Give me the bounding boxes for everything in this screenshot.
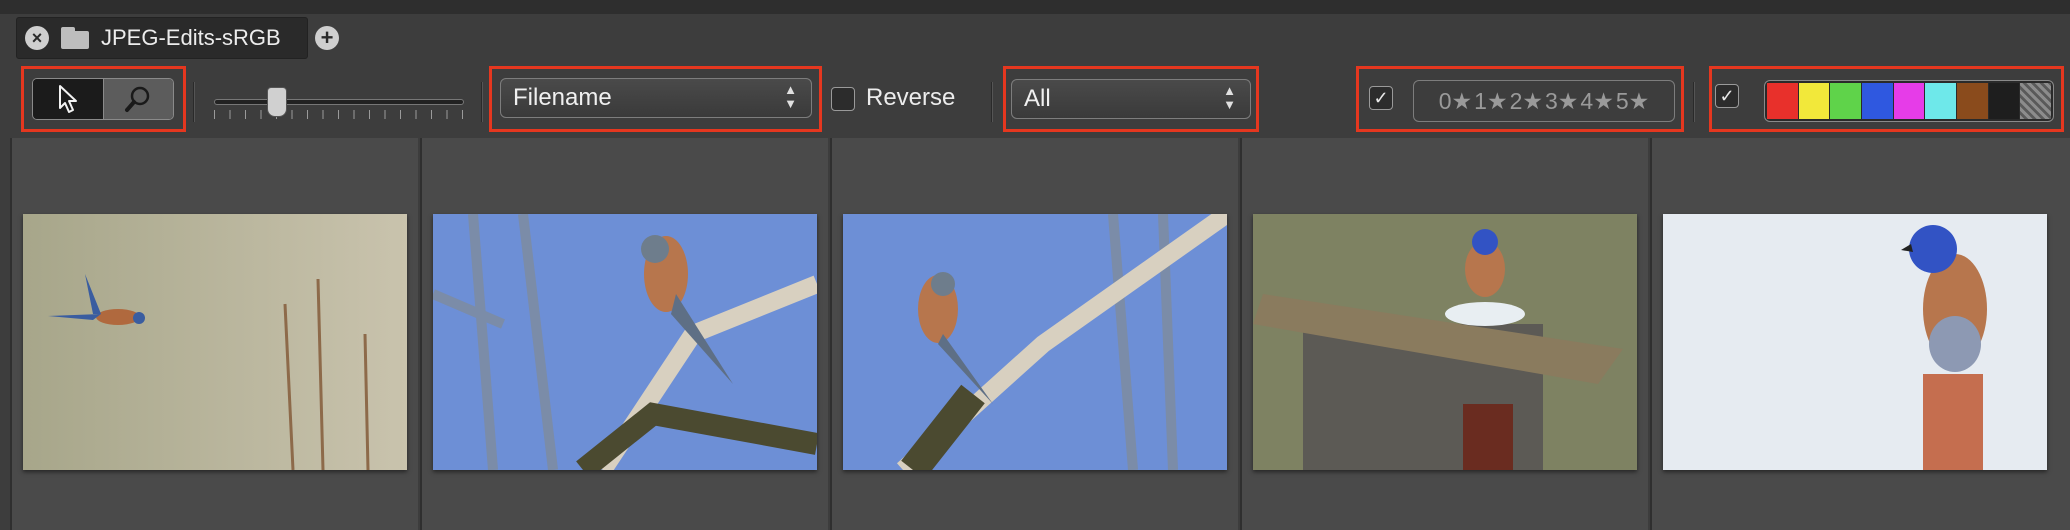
toolbar-separator — [1693, 82, 1695, 122]
rating-0[interactable]: 0★ — [1439, 88, 1472, 115]
toolbar-separator — [991, 82, 993, 122]
up-down-arrows-icon: ▲ ▼ — [784, 82, 797, 111]
thumbnail-cell[interactable] — [420, 138, 828, 530]
slider-ticks — [214, 110, 464, 119]
tab-title: JPEG-Edits-sRGB — [101, 25, 281, 50]
up-down-arrows-icon: ▲ ▼ — [1223, 83, 1236, 112]
color-swatch[interactable] — [1767, 83, 1798, 119]
slider-knob[interactable] — [267, 87, 287, 117]
color-swatch[interactable] — [1988, 83, 2020, 119]
color-swatch[interactable] — [1830, 83, 1862, 119]
thumbnail-image[interactable] — [1253, 214, 1637, 470]
color-swatch[interactable] — [1925, 83, 1957, 119]
color-swatch[interactable] — [2020, 83, 2052, 119]
folder-icon — [61, 27, 89, 49]
color-swatch[interactable] — [1957, 83, 1988, 119]
rating-filter-checkbox[interactable]: ✓ — [1369, 86, 1393, 110]
bluebird-on-branch-right-photo — [433, 214, 817, 470]
folder-tab[interactable]: × JPEG-Edits-sRGB — [16, 17, 308, 59]
tool-segmented-control — [32, 78, 174, 120]
thumbnail-image[interactable] — [843, 214, 1227, 470]
toolbar-separator — [193, 82, 195, 122]
color-swatch[interactable] — [1798, 83, 1830, 119]
rating-filter[interactable]: 0★ 1★ 2★ 3★ 4★ 5★ — [1413, 80, 1675, 122]
sort-popup-value: Filename — [513, 84, 612, 111]
thumbnail-cell[interactable] — [10, 138, 418, 530]
color-swatch[interactable] — [1862, 83, 1893, 119]
add-tab-icon[interactable]: + — [315, 26, 339, 50]
sort-popup[interactable]: Filename ▲ ▼ — [500, 78, 812, 118]
window-top-strip — [0, 0, 2070, 14]
rating-5[interactable]: 5★ — [1616, 88, 1649, 115]
rating-3[interactable]: 3★ — [1545, 88, 1578, 115]
zoom-tool-button[interactable] — [102, 79, 173, 119]
thumbnail-size-slider[interactable] — [214, 82, 464, 122]
reverse-checkbox[interactable] — [831, 87, 855, 111]
rating-1[interactable]: 1★ — [1474, 88, 1507, 115]
color-label-filter — [1764, 80, 2054, 122]
filter-popup-value: All — [1024, 85, 1051, 112]
reverse-label: Reverse — [866, 84, 956, 111]
magnifier-icon — [125, 86, 150, 112]
toolbar-separator — [481, 82, 483, 122]
thumbnail-image[interactable] — [1663, 214, 2047, 470]
thumbnail-cell[interactable] — [1240, 138, 1648, 530]
filter-popup[interactable]: All ▲ ▼ — [1011, 79, 1251, 119]
bluebird-on-branch-left-photo — [843, 214, 1227, 470]
select-tool-button[interactable] — [33, 79, 103, 119]
color-swatch[interactable] — [1893, 83, 1925, 119]
arrow-pointer-icon — [58, 85, 77, 113]
thumbnail-cell[interactable] — [830, 138, 1238, 530]
color-filter-checkbox[interactable]: ✓ — [1715, 84, 1739, 108]
thumbnail-image[interactable] — [23, 214, 407, 470]
thumbnail-image[interactable] — [433, 214, 817, 470]
slider-track — [214, 99, 464, 105]
rating-4[interactable]: 4★ — [1580, 88, 1613, 115]
thumbnail-grid — [0, 136, 2070, 530]
bluebird-flying-photo — [23, 214, 407, 470]
close-tab-icon[interactable]: × — [25, 26, 49, 50]
bluebird-on-post-photo — [1663, 214, 2047, 470]
thumbnail-cell[interactable] — [1650, 138, 2070, 530]
rating-2[interactable]: 2★ — [1510, 88, 1543, 115]
bluebird-on-birdhouse-photo — [1253, 214, 1637, 470]
